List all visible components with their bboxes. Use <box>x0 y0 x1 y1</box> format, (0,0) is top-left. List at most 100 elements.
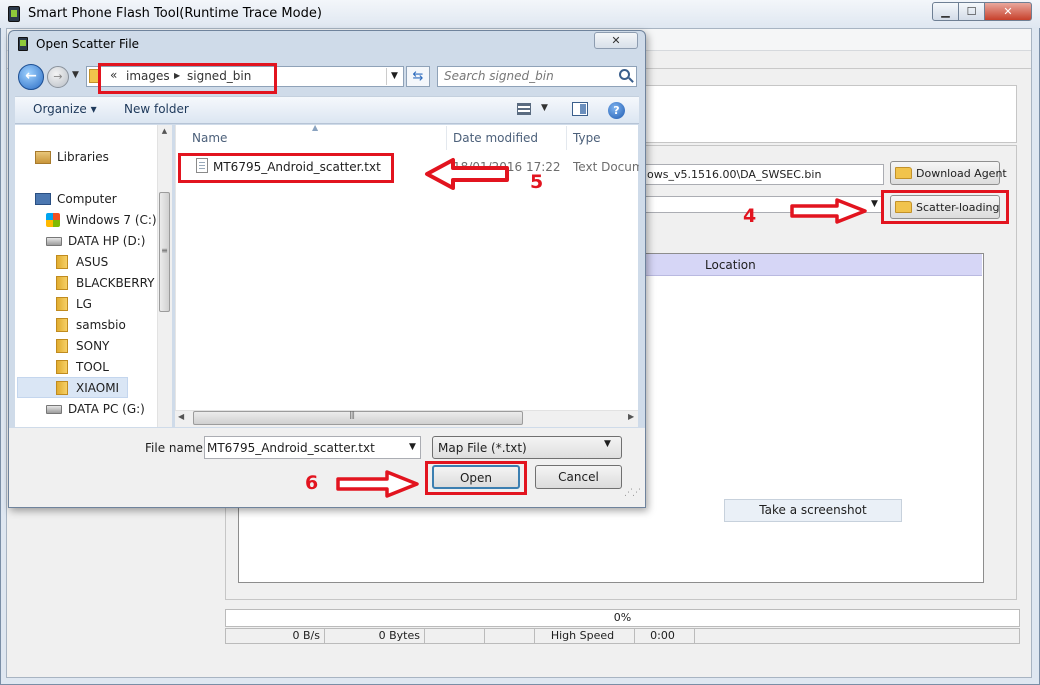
close-icon: ✕ <box>1003 5 1013 18</box>
windows-drive-icon <box>46 213 60 227</box>
download-agent-label: Download Agent <box>916 166 1007 180</box>
status-speed: 0 B/s <box>225 629 325 643</box>
organize-button[interactable]: Organize ▾ <box>33 102 97 116</box>
nav-item-label: Libraries <box>57 150 109 164</box>
progress-bar: 0% <box>225 609 1020 627</box>
status-time: 0:00 <box>635 629 695 643</box>
nav-item-label: SONY <box>76 339 110 353</box>
views-icon[interactable] <box>517 103 531 115</box>
help-icon[interactable]: ? <box>608 102 625 119</box>
folder-icon <box>56 381 68 395</box>
dialog-title: Open Scatter File <box>36 37 140 51</box>
nav-item-windows-c[interactable]: Windows 7 (C:) <box>46 213 157 227</box>
new-folder-button[interactable]: New folder <box>124 102 189 116</box>
column-divider[interactable] <box>446 126 447 150</box>
arrow-right-icon <box>789 197 869 225</box>
arrow-right-icon: → <box>53 70 63 83</box>
search-placeholder: Search signed_bin <box>444 69 554 83</box>
chevron-down-icon[interactable]: ▼ <box>604 439 611 449</box>
preview-pane-icon[interactable] <box>572 102 588 116</box>
file-name-input[interactable]: MT6795_Android_scatter.txt <box>204 436 421 459</box>
nav-item-label: Computer <box>57 192 117 206</box>
step-number-6: 6 <box>305 472 319 494</box>
nav-item-label: XIAOMI <box>76 381 120 395</box>
drive-icon <box>46 236 62 246</box>
folder-icon <box>56 339 68 353</box>
folder-icon <box>895 167 912 179</box>
resize-grip-icon[interactable]: ⋰⋰ <box>624 488 641 498</box>
sort-ascending-icon: ▲ <box>312 123 319 132</box>
forward-button[interactable]: → <box>47 66 69 88</box>
dialog-close-button[interactable]: ✕ <box>594 32 638 49</box>
refresh-button[interactable]: ⇆ <box>406 66 430 87</box>
search-icon[interactable] <box>619 69 630 80</box>
main-window-title: Smart Phone Flash Tool(Runtime Trace Mod… <box>28 6 322 21</box>
nav-item-xiaomi[interactable]: XIAOMI <box>56 381 119 395</box>
column-header-type[interactable]: Type <box>573 131 601 145</box>
highlight-address-bar <box>98 63 277 94</box>
take-screenshot-button[interactable]: Take a screenshot <box>724 499 902 522</box>
drive-icon <box>46 404 62 414</box>
nav-item-data-hp-d[interactable]: DATA HP (D:) <box>46 234 145 248</box>
nav-item-label: BLACKBERRY <box>76 276 155 290</box>
highlight-scatter-loading <box>881 190 1009 224</box>
hscrollbar-thumb[interactable] <box>193 411 523 425</box>
close-button[interactable]: ✕ <box>984 2 1032 21</box>
computer-icon <box>35 193 51 205</box>
maximize-icon: ☐ <box>966 5 977 18</box>
address-dropdown-icon[interactable]: ▼ <box>386 68 402 85</box>
status-bytes: 0 Bytes <box>325 629 425 643</box>
nav-item-computer[interactable]: Computer <box>35 192 117 206</box>
nav-item-blackberry[interactable]: BLACKBERRY <box>56 276 155 290</box>
nav-item-libraries[interactable]: Libraries <box>35 150 109 164</box>
close-icon: ✕ <box>611 34 621 47</box>
arrow-right-icon <box>335 469 421 499</box>
maximize-button[interactable]: ☐ <box>958 2 985 21</box>
grip-icon: ≡ <box>161 246 168 255</box>
chevron-down-icon[interactable]: ▼ <box>405 438 420 457</box>
file-type-select[interactable]: Map File (*.txt) <box>432 436 622 459</box>
scroll-left-icon[interactable]: ◀ <box>178 412 184 421</box>
minimize-button[interactable]: ▁ <box>932 2 959 21</box>
nav-item-label: TOOL <box>76 360 109 374</box>
views-dropdown-icon[interactable]: ▼ <box>541 103 548 113</box>
download-agent-button[interactable]: Download Agent <box>890 161 1007 185</box>
file-name-label: File name: <box>145 441 207 455</box>
minimize-icon: ▁ <box>941 5 950 18</box>
column-header-date-modified[interactable]: Date modified <box>453 131 538 145</box>
nav-item-data-pc-g[interactable]: DATA PC (G:) <box>46 402 145 416</box>
nav-item-asus[interactable]: ASUS <box>56 255 108 269</box>
file-type: Text Document <box>573 160 639 174</box>
grip-icon: ||| <box>349 410 355 419</box>
column-divider[interactable] <box>566 126 567 150</box>
step-number-4: 4 <box>743 205 757 227</box>
history-dropdown-icon[interactable]: ▼ <box>72 70 79 80</box>
status-cell-empty <box>425 629 485 643</box>
nav-item-label: Windows 7 (C:) <box>66 213 157 227</box>
nav-item-label: LG <box>76 297 92 311</box>
dialog-app-icon <box>18 37 28 51</box>
nav-item-tool[interactable]: TOOL <box>56 360 109 374</box>
cancel-button[interactable]: Cancel <box>535 465 622 489</box>
status-cell-empty <box>485 629 535 643</box>
column-header-location[interactable]: Location <box>705 258 756 272</box>
download-agent-path-field[interactable]: ows_v5.1516.00\DA_SWSEC.bin <box>644 164 884 185</box>
folder-icon <box>56 297 68 311</box>
folder-icon <box>56 255 68 269</box>
arrow-left-icon <box>423 156 511 192</box>
nav-item-samsbio[interactable]: samsbio <box>56 318 126 332</box>
highlight-open-button <box>425 461 527 495</box>
libraries-icon <box>35 150 51 164</box>
folder-icon <box>56 276 68 290</box>
scroll-up-icon[interactable]: ▲ <box>158 127 171 139</box>
nav-item-lg[interactable]: LG <box>56 297 92 311</box>
column-header-name[interactable]: Name <box>192 131 227 145</box>
nav-item-label: samsbio <box>76 318 126 332</box>
back-button[interactable]: ← <box>18 64 44 90</box>
scroll-right-icon[interactable]: ▶ <box>628 412 634 421</box>
step-number-5: 5 <box>530 171 544 193</box>
folder-icon <box>56 318 68 332</box>
nav-item-label: DATA HP (D:) <box>68 234 146 248</box>
arrow-left-icon: ← <box>25 68 37 84</box>
nav-item-sony[interactable]: SONY <box>56 339 109 353</box>
